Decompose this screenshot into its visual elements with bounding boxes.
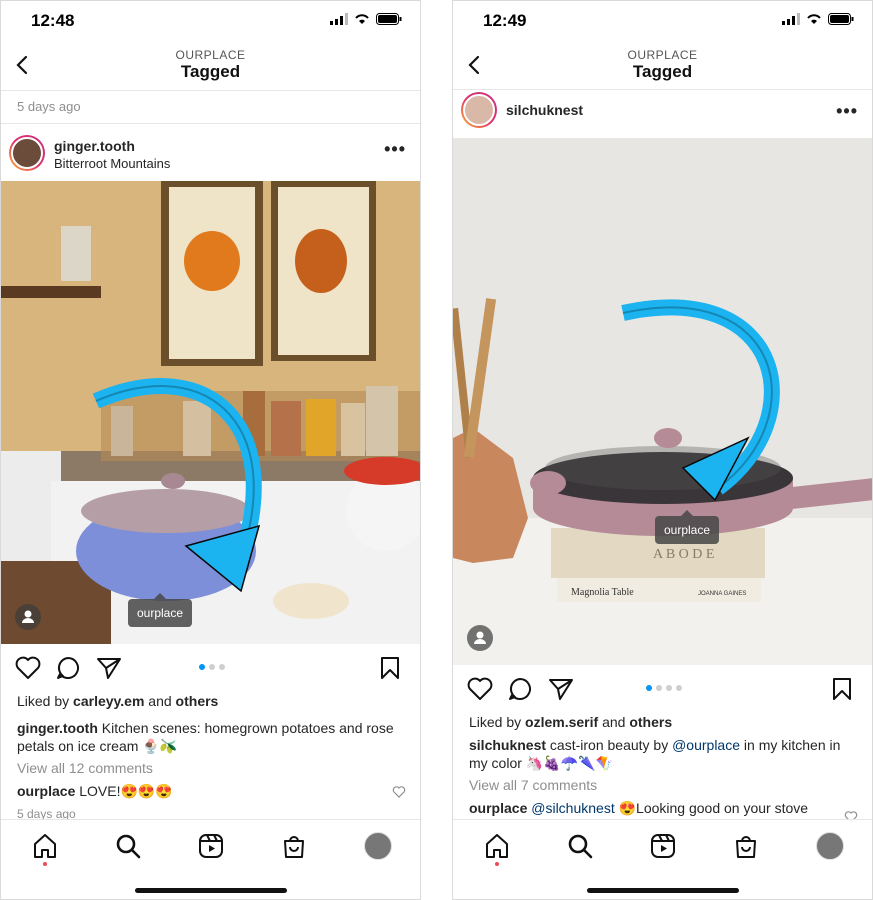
- page-title: Tagged: [632, 62, 693, 81]
- header-account-name: OURPLACE: [175, 48, 246, 62]
- header-account-name: OURPLACE: [627, 48, 698, 62]
- search-icon[interactable]: [566, 832, 594, 860]
- post-header: ginger.tooth Bitterroot Mountains •••: [1, 129, 420, 177]
- post-photo[interactable]: A B O D E Magnolia Table JOANNA GAINES o…: [453, 138, 872, 665]
- status-icons: [330, 13, 402, 25]
- view-comments-link[interactable]: View all 7 comments: [469, 776, 856, 794]
- battery-icon: [376, 13, 402, 25]
- comment: ourplace LOVE!😍😍😍: [17, 783, 173, 799]
- liked-others[interactable]: others: [629, 714, 672, 730]
- bookmark-icon[interactable]: [832, 677, 852, 701]
- home-icon[interactable]: [483, 832, 511, 860]
- wifi-icon: [355, 14, 369, 24]
- post-actions: [1, 649, 420, 689]
- status-time: 12:49: [483, 11, 527, 30]
- signal-icon: [330, 13, 348, 25]
- header-divider: [1, 90, 420, 91]
- caption-username[interactable]: ginger.tooth: [17, 720, 98, 736]
- comment-icon[interactable]: [55, 655, 81, 681]
- avatar[interactable]: [461, 92, 497, 128]
- post-header: silchuknest •••: [453, 87, 872, 135]
- notification-dot: [495, 862, 499, 866]
- share-icon[interactable]: [548, 677, 574, 701]
- post-username[interactable]: ginger.tooth: [54, 138, 135, 154]
- status-time: 12:48: [31, 11, 75, 30]
- caption-mention[interactable]: @ourplace: [672, 737, 740, 753]
- book-author: JOANNA GAINES: [698, 591, 746, 597]
- carousel-indicator: [199, 664, 225, 670]
- right-phone-screen: 12:49 OURPLACE Tagged silchuknest ••• A …: [452, 0, 873, 900]
- post-caption: ginger.tooth Kitchen scenes: homegrown p…: [17, 720, 394, 754]
- like-heart-icon[interactable]: [467, 677, 493, 701]
- home-icon[interactable]: [31, 832, 59, 860]
- reels-icon[interactable]: [649, 832, 677, 860]
- status-bar: 12:48: [1, 1, 420, 41]
- product-tag[interactable]: ourplace: [655, 510, 720, 544]
- liked-others[interactable]: others: [176, 693, 219, 709]
- post-photo[interactable]: ourplace: [1, 181, 420, 644]
- likes-line: Liked by ozlem.serif and others: [469, 714, 673, 730]
- likes-line: Liked by carleyy.em and others: [17, 693, 219, 709]
- avatar[interactable]: [9, 135, 45, 171]
- page-header: OURPLACE Tagged: [453, 41, 872, 91]
- liked-by-user[interactable]: ozlem.serif: [525, 714, 598, 730]
- search-icon[interactable]: [114, 832, 142, 860]
- product-tag[interactable]: ourplace: [128, 593, 193, 627]
- kitchen-photo: [1, 181, 420, 644]
- share-icon[interactable]: [96, 656, 122, 680]
- profile-avatar[interactable]: [816, 832, 844, 860]
- tagged-people-icon[interactable]: [15, 604, 41, 630]
- book-title-abode: A B O D E: [653, 547, 714, 562]
- post-divider: [1, 123, 420, 124]
- comment-mention[interactable]: @silchuknest: [527, 800, 614, 816]
- shop-icon[interactable]: [280, 832, 308, 860]
- like-heart-icon[interactable]: [15, 656, 41, 680]
- comment-username[interactable]: ourplace: [469, 800, 527, 816]
- post-actions: [453, 670, 872, 710]
- comment-username[interactable]: ourplace: [17, 783, 75, 799]
- tagged-people-icon[interactable]: [467, 625, 493, 651]
- profile-avatar[interactable]: [364, 832, 392, 860]
- post-caption: silchuknest cast-iron beauty by @ourplac…: [469, 737, 841, 771]
- comment-like-heart-icon[interactable]: [392, 785, 406, 799]
- previous-post-timestamp: 5 days ago: [17, 99, 81, 114]
- more-options-icon[interactable]: •••: [836, 101, 858, 122]
- bottom-tab-bar: [1, 819, 420, 899]
- notification-dot: [43, 862, 47, 866]
- caption-username[interactable]: silchuknest: [469, 737, 546, 753]
- home-indicator: [134, 888, 287, 893]
- page-title: Tagged: [180, 62, 241, 81]
- status-bar: 12:49: [453, 1, 872, 41]
- home-indicator: [586, 888, 739, 893]
- wifi-icon: [807, 14, 821, 24]
- signal-icon: [782, 13, 800, 25]
- reels-icon[interactable]: [197, 832, 225, 860]
- shop-icon[interactable]: [732, 832, 760, 860]
- page-header: OURPLACE Tagged: [1, 41, 420, 91]
- pan-photo: A B O D E Magnolia Table JOANNA GAINES: [453, 138, 872, 665]
- comment: ourplace @silchuknest 😍Looking good on y…: [469, 800, 809, 816]
- battery-icon: [828, 13, 854, 25]
- left-phone-screen: 12:48 OURPLACE Tagged 5 days ago ginger.…: [0, 0, 421, 900]
- book-title-magnolia: Magnolia Table: [571, 587, 634, 598]
- liked-by-user[interactable]: carleyy.em: [73, 693, 144, 709]
- more-options-icon[interactable]: •••: [384, 139, 406, 160]
- carousel-indicator: [646, 685, 682, 691]
- post-username[interactable]: silchuknest: [506, 102, 583, 118]
- bookmark-icon[interactable]: [380, 656, 400, 680]
- view-comments-link[interactable]: View all 12 comments: [17, 759, 404, 777]
- comment-icon[interactable]: [507, 676, 533, 702]
- post-location[interactable]: Bitterroot Mountains: [54, 156, 170, 171]
- bottom-tab-bar: [453, 819, 872, 899]
- status-icons: [782, 13, 854, 25]
